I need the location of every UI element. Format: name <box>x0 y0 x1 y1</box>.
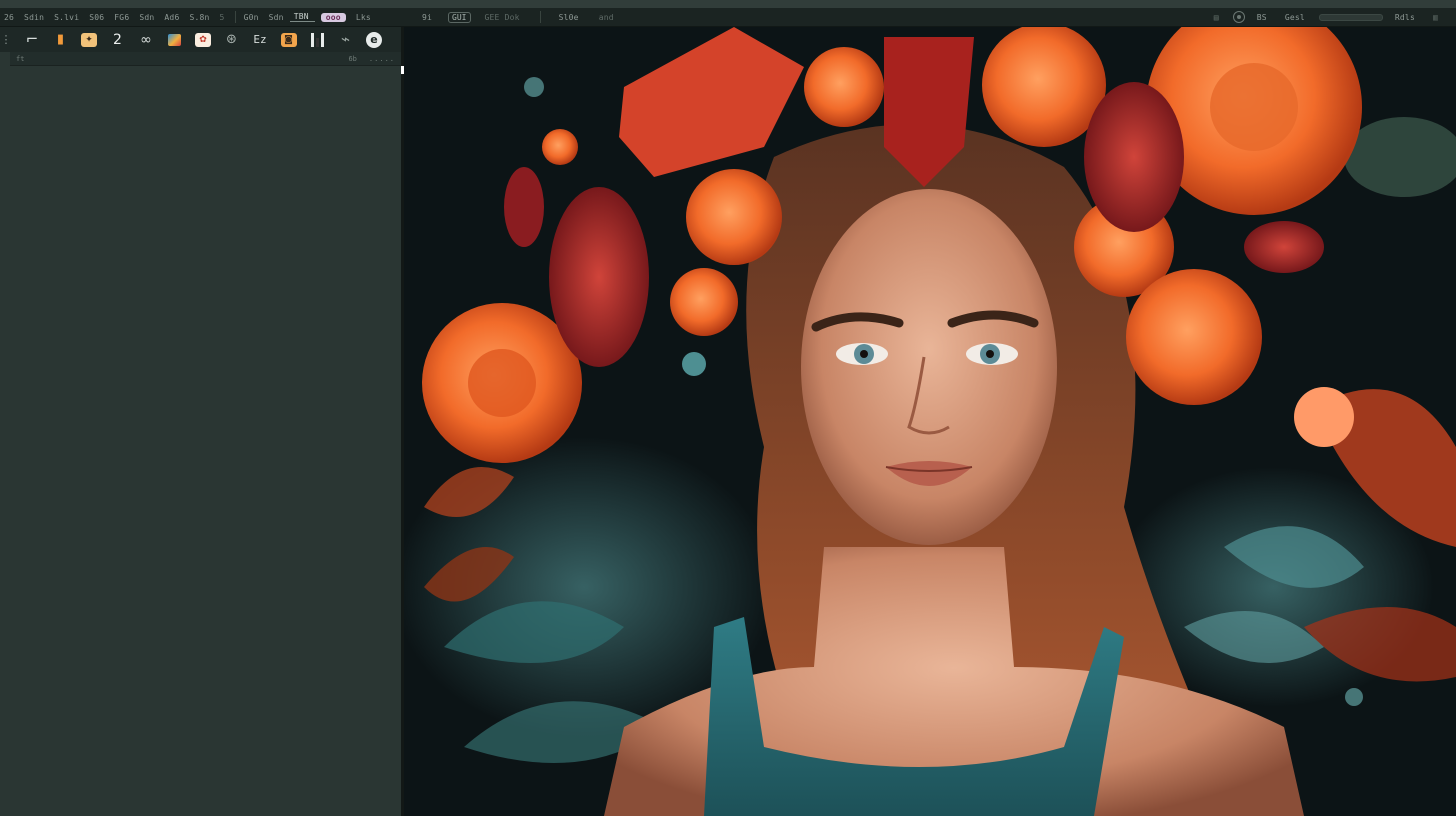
bars-glyph <box>310 32 324 47</box>
crop-glyph: ⌐ <box>25 30 39 48</box>
circle-icon[interactable]: e <box>362 29 386 51</box>
menu-item-26[interactable]: 26 <box>0 13 20 22</box>
text-icon[interactable]: Ez <box>248 29 272 51</box>
tool-bar: ⋮ ⌐ ▮ ✦ 2 ∞ ✿ ⊛ Ez ◙ ⌁ e <box>0 27 401 52</box>
menu-bar: 26 Sdin S.lvi S06 FG6 Sdn Ad6 S.8n 5 G0n… <box>0 8 1456 27</box>
handle-icon[interactable]: ⋮ <box>0 29 12 51</box>
menu-item-badge[interactable]: ooo <box>320 12 346 22</box>
menu-item-slvi[interactable]: S.lvi <box>50 13 85 22</box>
menu-item-g0n[interactable]: G0n <box>240 13 265 22</box>
bars-icon[interactable] <box>305 29 329 51</box>
bag-icon[interactable]: ◙ <box>277 29 301 51</box>
left-panel: ⋮ ⌐ ▮ ✦ 2 ∞ ✿ ⊛ Ez ◙ ⌁ e ft 6b ..... <box>0 27 401 816</box>
bar-2 <box>315 37 319 47</box>
menu-bar-left: 26 Sdin S.lvi S06 FG6 Sdn Ad6 S.8n 5 G0n… <box>0 11 404 23</box>
menu-divider <box>539 11 541 23</box>
menu-item-fg6[interactable]: FG6 <box>110 13 135 22</box>
menu-item-s06[interactable]: S06 <box>85 13 110 22</box>
bag-glyph: ◙ <box>284 34 293 45</box>
stamp-badge: ✦ <box>81 32 97 47</box>
bar-3 <box>320 32 324 47</box>
menu-item-bs[interactable]: BS <box>1253 13 1273 22</box>
image-thumb <box>168 33 181 46</box>
window-top-strip <box>0 0 1456 8</box>
menu-item-s8n[interactable]: S.8n <box>185 13 215 22</box>
menu-item-tbn[interactable]: TBN <box>289 12 315 22</box>
link-icon[interactable]: ∞ <box>134 29 158 51</box>
camera-icon[interactable] <box>1232 11 1245 23</box>
handle-glyph: ⋮ <box>0 33 12 46</box>
sticker-badge: ✿ <box>195 32 211 47</box>
subbar-mid-label: 6b <box>348 54 357 63</box>
menu-item-rdls[interactable]: Rdls <box>1391 13 1421 22</box>
menu-item-gesl[interactable]: Gesl <box>1281 13 1311 22</box>
number-glyph: 2 <box>113 31 122 48</box>
menu-item-sl0e[interactable]: Sl0e <box>555 13 585 22</box>
menu-item-sdin[interactable]: Sdin <box>20 13 50 22</box>
panel-body <box>0 66 401 816</box>
panel-icon[interactable]: ▥ <box>1429 13 1444 22</box>
subbar-right-label: ..... <box>368 54 395 63</box>
bag-badge: ◙ <box>280 32 297 47</box>
sticker-icon[interactable]: ✿ <box>191 29 215 51</box>
panel-subbar: ft 6b ..... <box>10 52 401 66</box>
subbar-left-label: ft <box>16 54 25 63</box>
link-glyph: ∞ <box>140 31 152 48</box>
text-glyph: Ez <box>253 33 267 46</box>
app-window: 26 Sdin S.lvi S06 FG6 Sdn Ad6 S.8n 5 G0n… <box>0 0 1456 816</box>
marker-glyph: ▮ <box>56 32 65 47</box>
zoom-slider[interactable] <box>1318 13 1383 21</box>
menu-pill-button[interactable]: GUI <box>448 11 471 23</box>
menu-bar-center: 9i GUI GEE Dok Sl0e and <box>404 11 620 23</box>
portrait-artwork <box>404 27 1456 816</box>
grid-icon[interactable]: ▤ <box>1210 13 1225 22</box>
crop-icon[interactable]: ⌐ <box>20 29 44 51</box>
menu-item-9i[interactable]: 9i <box>418 13 438 22</box>
swirl-icon[interactable]: ⊛ <box>220 29 244 51</box>
brush-glyph: ⌁ <box>340 30 351 48</box>
menu-item-gee-dok[interactable]: GEE Dok <box>481 13 526 22</box>
menu-item-sdn-2[interactable]: Sdn <box>265 13 290 22</box>
menu-divider <box>234 11 236 23</box>
marker-icon[interactable]: ▮ <box>49 29 73 51</box>
image-canvas[interactable] <box>404 27 1456 816</box>
number-icon[interactable]: 2 <box>106 29 130 51</box>
circle-glyph: e <box>370 33 378 46</box>
stamp-icon[interactable]: ✦ <box>77 29 101 51</box>
menu-item-ad6[interactable]: Ad6 <box>160 13 185 22</box>
circle-badge: e <box>366 31 382 48</box>
menu-item-sdn[interactable]: Sdn <box>135 13 160 22</box>
sticker-glyph: ✿ <box>199 34 207 45</box>
brush-icon[interactable]: ⌁ <box>334 29 358 51</box>
bar-1 <box>310 32 314 47</box>
swirl-glyph: ⊛ <box>226 32 237 47</box>
stamp-glyph: ✦ <box>85 34 93 45</box>
menu-bar-right: ▤ BS Gesl Rdls ▥ <box>1210 11 1456 23</box>
menu-item-lks[interactable]: Lks <box>352 13 377 22</box>
menu-item-5[interactable]: 5 <box>216 13 231 22</box>
menu-item-and[interactable]: and <box>595 13 620 22</box>
image-icon[interactable] <box>163 29 187 51</box>
